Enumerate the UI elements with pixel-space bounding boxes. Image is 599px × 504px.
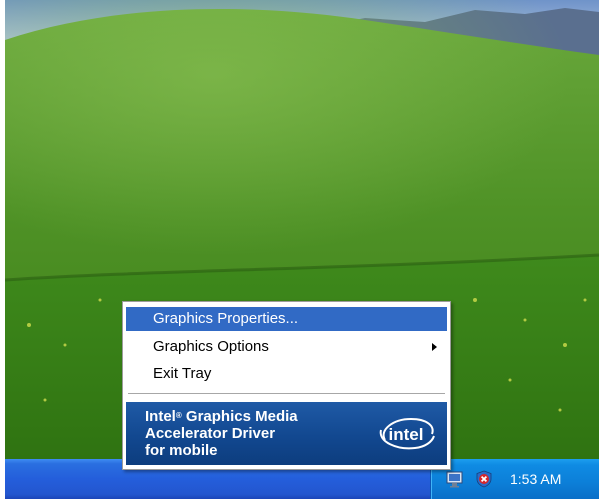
banner-line-1: Intel® Graphics Media — [145, 409, 298, 425]
intel-driver-banner: Intel® Graphics Media Accelerator Driver… — [126, 402, 447, 465]
clock[interactable]: 1:53 AM — [510, 470, 590, 488]
tray-context-menu: Graphics Properties... Graphics Options … — [122, 301, 451, 470]
banner-line-3: for mobile — [145, 442, 218, 459]
menu-item-graphics-options[interactable]: Graphics Options — [126, 335, 447, 359]
menu-separator — [128, 393, 445, 395]
banner-brand: Intel — [145, 408, 176, 425]
menu-item-exit-tray[interactable]: Exit Tray — [126, 362, 447, 386]
submenu-arrow-icon — [432, 343, 437, 351]
intel-graphics-icon[interactable] — [446, 470, 464, 488]
menu-item-label: Exit Tray — [153, 365, 212, 382]
registered-mark: ® — [175, 411, 182, 420]
menu-item-label: Graphics Options — [153, 338, 269, 355]
intel-logo-icon: intel — [379, 417, 435, 450]
banner-product: Graphics Media — [181, 408, 298, 425]
screen: 1:53 AM Graphics Properties... Graphics … — [0, 0, 599, 504]
menu-item-label: Graphics Properties... — [153, 310, 299, 327]
intel-logo-text: intel — [389, 425, 424, 444]
banner-line-2: Accelerator Driver — [145, 425, 276, 442]
security-shield-icon[interactable] — [475, 470, 493, 488]
menu-item-graphics-properties[interactable]: Graphics Properties... — [126, 307, 447, 331]
